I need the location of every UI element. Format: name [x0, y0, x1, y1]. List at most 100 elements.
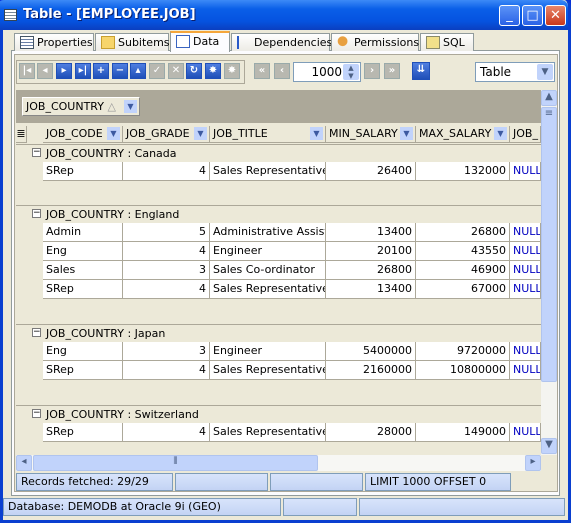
table-cell[interactable]: SRep — [43, 162, 123, 181]
chevron-down-icon[interactable]: ▼ — [194, 127, 207, 140]
table-cell[interactable]: 5 — [123, 223, 210, 242]
table-cell[interactable]: 20100 — [326, 242, 416, 261]
table-cell[interactable]: 3 — [123, 261, 210, 280]
table-cell[interactable]: 26800 — [416, 223, 510, 242]
table-cell[interactable]: 4 — [123, 423, 210, 442]
table-cell[interactable]: Sales Representative — [210, 361, 326, 380]
tab-subitems[interactable]: Subitems — [95, 33, 170, 51]
table-cell[interactable]: NULL — [510, 342, 541, 361]
table-cell[interactable]: 28000 — [326, 423, 416, 442]
table-cell[interactable]: 26400 — [326, 162, 416, 181]
scroll-down-icon[interactable]: ▼ — [541, 438, 557, 454]
prev-page-icon[interactable]: ‹ — [274, 63, 290, 79]
table-cell[interactable]: Eng — [43, 342, 123, 361]
scroll-right-icon[interactable]: ▸ — [525, 455, 541, 471]
chevron-down-icon[interactable]: ▼ — [310, 127, 323, 140]
scroll-left-icon[interactable]: ◂ — [16, 455, 32, 471]
table-cell[interactable]: 43550 — [416, 242, 510, 261]
table-cell[interactable]: 26800 — [326, 261, 416, 280]
table-cell[interactable]: 13400 — [326, 280, 416, 299]
refresh-icon[interactable]: ↻ — [186, 63, 202, 79]
table-cell[interactable]: 67000 — [416, 280, 510, 299]
collapse-icon[interactable]: − — [32, 148, 41, 157]
group-row[interactable]: − JOB_COUNTRY : Japan — [16, 324, 541, 341]
minimize-button[interactable]: _ — [499, 5, 520, 26]
hscroll-thumb[interactable]: ⦀ — [33, 455, 318, 471]
apply-icon[interactable]: ✸ — [205, 63, 221, 79]
table-cell[interactable]: NULL — [510, 242, 541, 261]
table-cell[interactable]: Sales Representative — [210, 162, 326, 181]
column-header[interactable]: MAX_SALARY ▼ — [416, 126, 510, 143]
prior-record-icon[interactable]: ◂ — [37, 63, 53, 79]
table-cell[interactable]: 4 — [123, 280, 210, 299]
table-cell[interactable]: NULL — [510, 280, 541, 299]
maximize-button[interactable]: □ — [522, 5, 543, 26]
table-cell[interactable]: 3 — [123, 342, 210, 361]
table-cell[interactable]: NULL — [510, 361, 541, 380]
table-cell[interactable]: 149000 — [416, 423, 510, 442]
table-cell[interactable]: Administrative Assistant — [210, 223, 326, 242]
horizontal-scrollbar[interactable]: ◂ ⦀ ▸ — [16, 455, 541, 471]
last-page-icon[interactable]: » — [384, 63, 400, 79]
first-record-icon[interactable]: |◂ — [19, 63, 35, 79]
table-cell[interactable]: Sales Representative — [210, 280, 326, 299]
column-header[interactable]: JOB_CODE ▼ — [43, 126, 123, 143]
chevron-down-icon[interactable]: ▼ — [494, 127, 507, 140]
post-icon[interactable]: ✓ — [149, 63, 165, 79]
tab-properties[interactable]: Properties — [14, 33, 94, 51]
cancel-icon[interactable]: ✕ — [168, 63, 184, 79]
table-cell[interactable]: 10800000 — [416, 361, 510, 380]
tab-sql[interactable]: SQL — [420, 33, 474, 51]
table-cell[interactable]: 46900 — [416, 261, 510, 280]
chevron-down-icon[interactable]: ▼ — [537, 64, 553, 80]
table-cell[interactable]: SRep — [43, 423, 123, 442]
table-cell[interactable]: 9720000 — [416, 342, 510, 361]
table-cell[interactable]: NULL — [510, 223, 541, 242]
collapse-icon[interactable]: − — [32, 209, 41, 218]
table-cell[interactable]: SRep — [43, 280, 123, 299]
table-cell[interactable]: 4 — [123, 361, 210, 380]
collapse-icon[interactable]: − — [32, 409, 41, 418]
next-page-icon[interactable]: › — [364, 63, 380, 79]
collapse-icon[interactable]: − — [32, 328, 41, 337]
insert-icon[interactable]: + — [93, 63, 109, 79]
column-header[interactable]: JOB_TITLE ▼ — [210, 126, 326, 143]
close-button[interactable]: ✕ — [545, 5, 566, 26]
group-row[interactable]: − JOB_COUNTRY : Switzerland — [16, 405, 541, 422]
table-cell[interactable]: Admin — [43, 223, 123, 242]
view-mode-select[interactable]: Table ▼ — [475, 62, 555, 82]
scroll-thumb[interactable]: ≡ — [541, 107, 557, 382]
table-cell[interactable]: NULL — [510, 423, 541, 442]
group-row[interactable]: − JOB_COUNTRY : England — [16, 205, 541, 222]
first-page-icon[interactable]: « — [254, 63, 270, 79]
chevron-down-icon[interactable]: ▼ — [107, 127, 120, 140]
tab-dependencies[interactable]: Dependencies — [231, 33, 332, 51]
vertical-scrollbar[interactable]: ▲ ≡ ▼ — [541, 90, 557, 455]
filter-icon[interactable]: ✸ — [224, 63, 240, 79]
chevron-down-icon[interactable]: ▼ — [400, 127, 413, 140]
table-cell[interactable]: NULL — [510, 162, 541, 181]
table-cell[interactable]: NULL — [510, 261, 541, 280]
column-header[interactable]: JOB_ — [510, 126, 541, 143]
table-cell[interactable]: Sales Co-ordinator — [210, 261, 326, 280]
column-chooser-icon[interactable]: ≣ — [16, 126, 27, 143]
column-header[interactable]: JOB_GRADE ▼ — [123, 126, 210, 143]
group-by-chip[interactable]: JOB_COUNTRY △ ▼ — [22, 97, 140, 116]
table-cell[interactable]: 13400 — [326, 223, 416, 242]
table-cell[interactable]: 4 — [123, 242, 210, 261]
scroll-up-icon[interactable]: ▲ — [541, 90, 557, 106]
table-cell[interactable]: 5400000 — [326, 342, 416, 361]
table-cell[interactable]: SRep — [43, 361, 123, 380]
column-header[interactable]: MIN_SALARY ▼ — [326, 126, 416, 143]
spin-arrows-icon[interactable]: ▲ ▼ — [343, 64, 359, 80]
tab-data[interactable]: Data — [170, 31, 230, 52]
table-cell[interactable]: Eng — [43, 242, 123, 261]
edit-icon[interactable]: ▴ — [130, 63, 146, 79]
tab-permissions[interactable]: Permissions — [331, 33, 419, 51]
table-cell[interactable]: 4 — [123, 162, 210, 181]
table-cell[interactable]: Sales Representative — [210, 423, 326, 442]
fetch-all-icon[interactable]: ⇊ — [412, 62, 430, 80]
next-record-icon[interactable]: ▸ — [56, 63, 72, 79]
table-cell[interactable]: Sales — [43, 261, 123, 280]
chevron-down-icon[interactable]: ▼ — [124, 100, 137, 113]
